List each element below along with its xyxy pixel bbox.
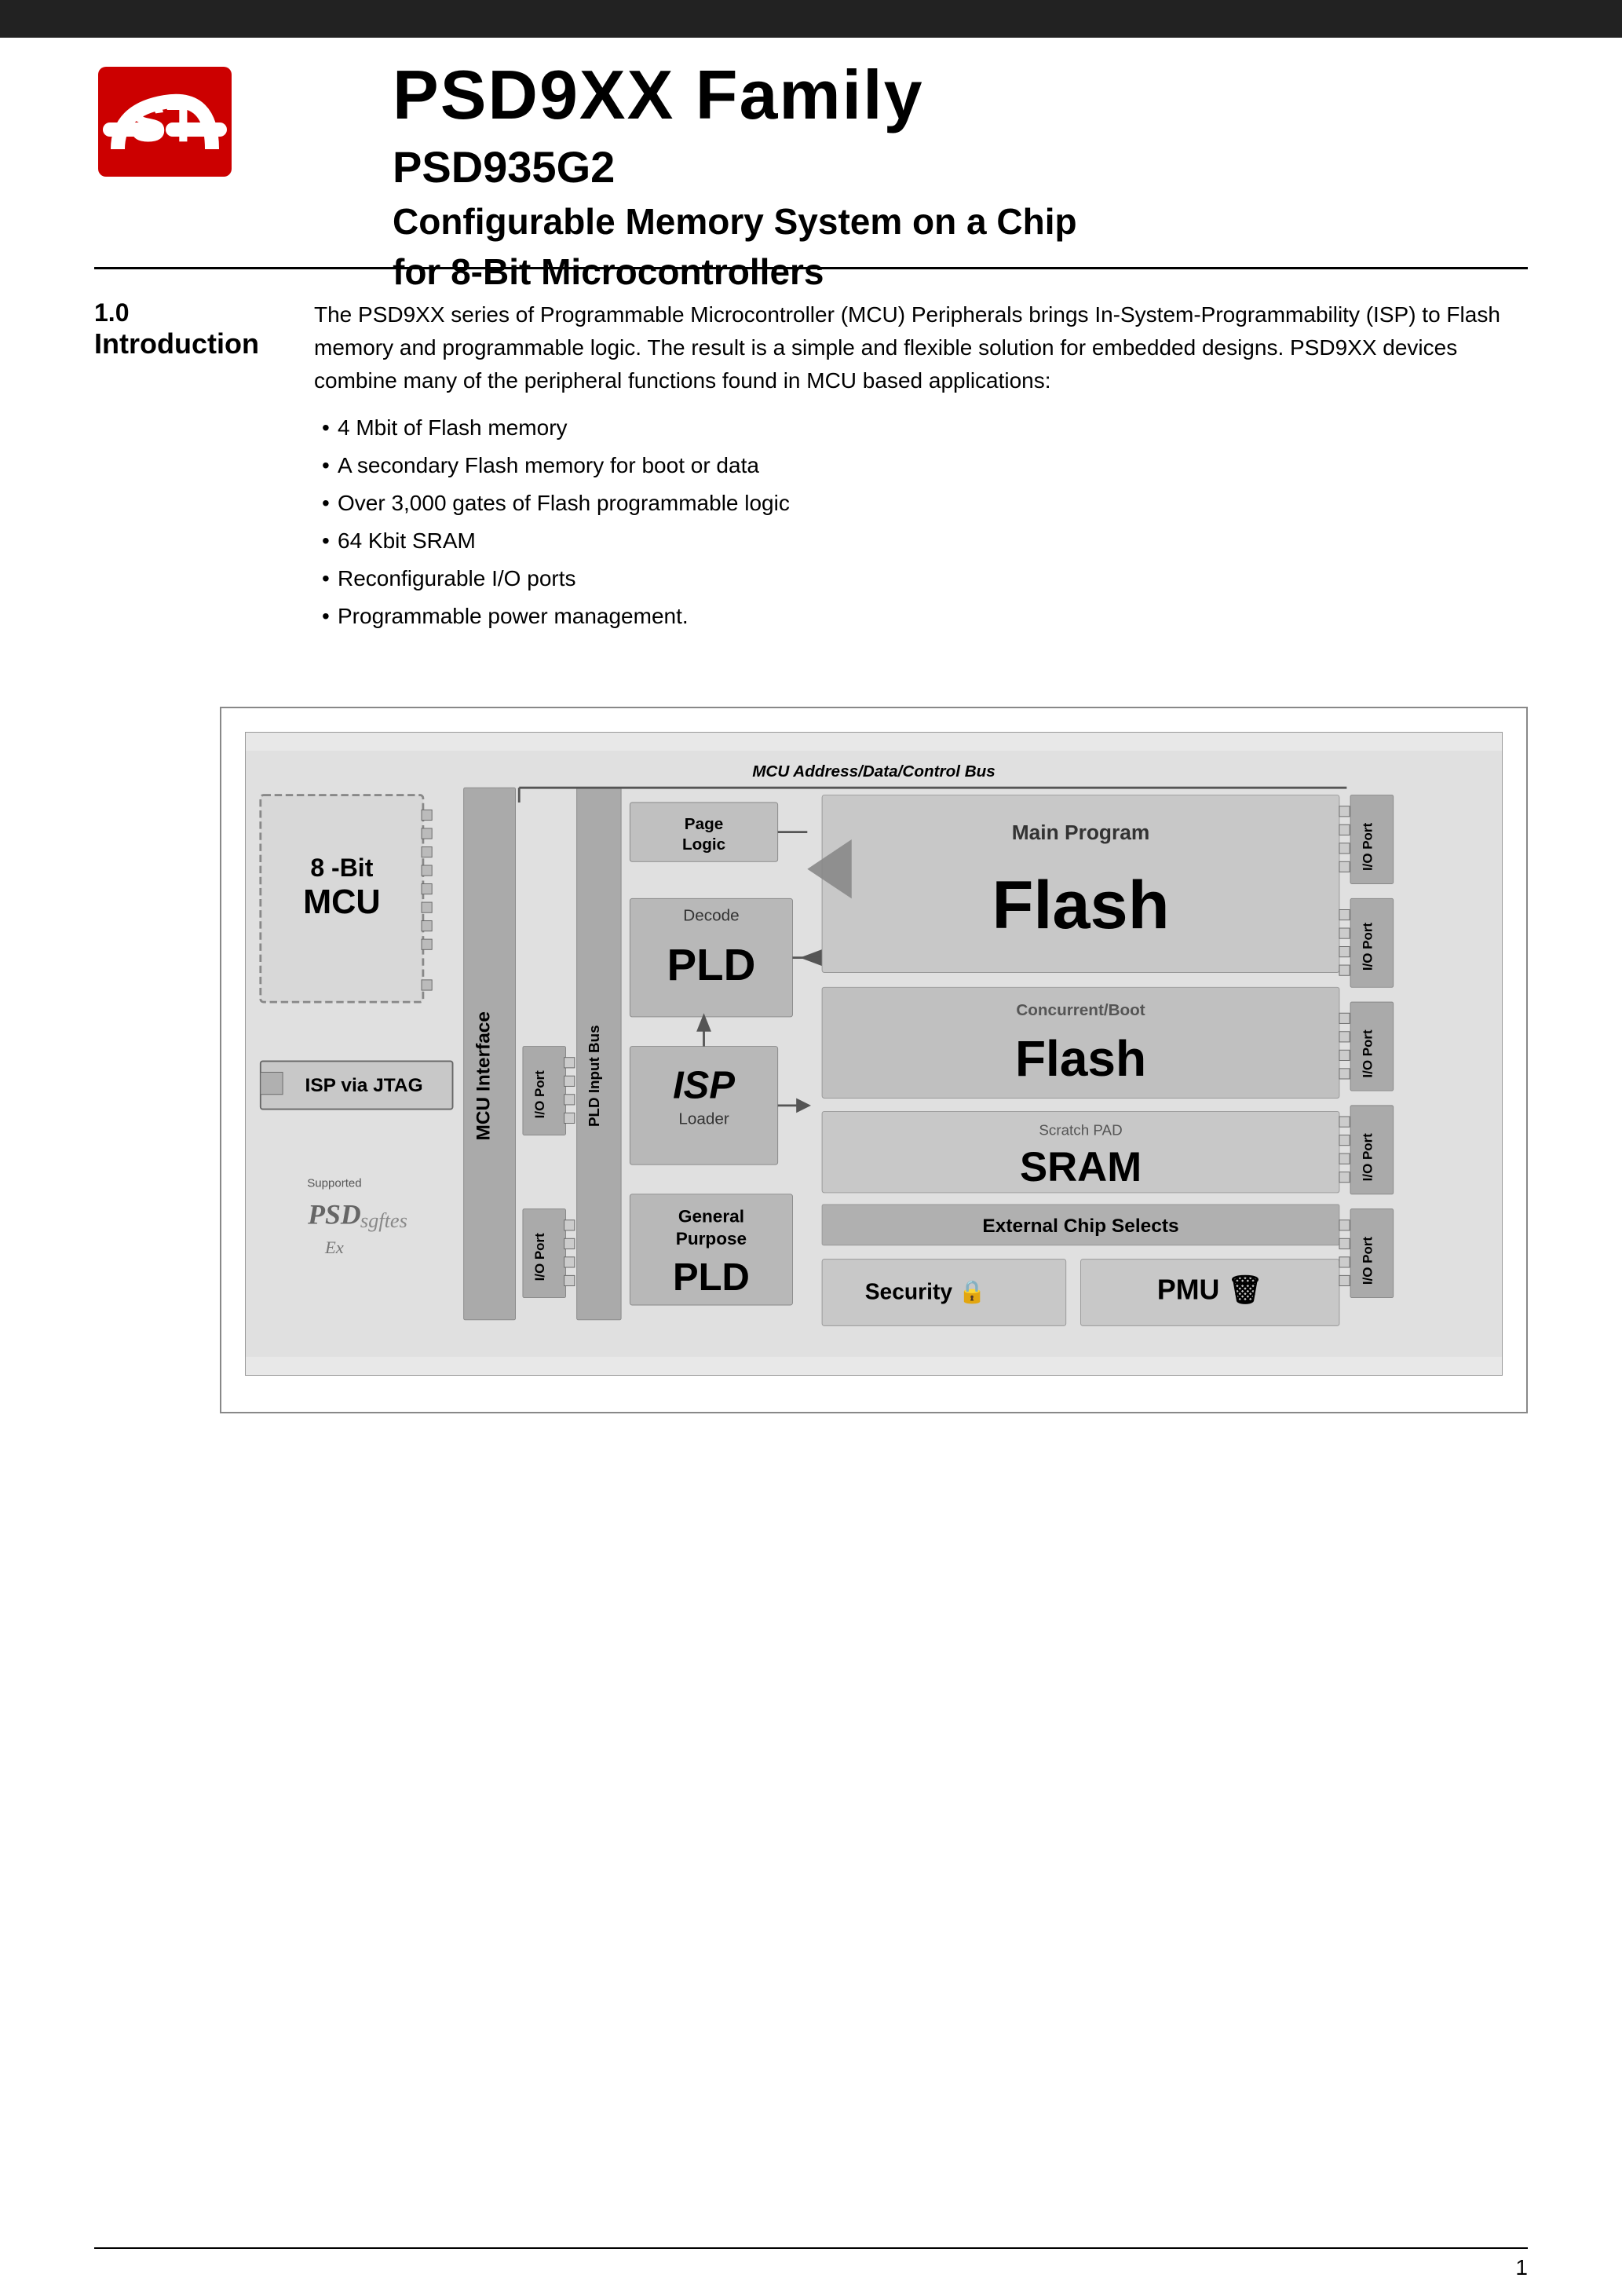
bottom-divider [94,2247,1528,2249]
section-name: Introduction [94,327,314,360]
bullet-4: 64 Kbit SRAM [314,525,1528,558]
svg-text:MCU Address/Data/Control Bus: MCU Address/Data/Control Bus [752,762,995,781]
svg-text:Logic: Logic [682,835,725,854]
svg-text:PSD: PSD [307,1198,361,1230]
svg-text:Loader: Loader [678,1110,729,1128]
svg-text:I/O Port: I/O Port [1360,1133,1375,1182]
sub-title: PSD935G2 [393,141,1077,192]
page-number: 1 [1515,2255,1528,2280]
bullet-5: Reconfigurable I/O ports [314,562,1528,595]
header-bar [0,0,1622,38]
bullet-3: Over 3,000 gates of Flash programmable l… [314,487,1528,520]
intro-content: The PSD9XX series of Programmable Microc… [314,298,1528,633]
section-number: 1.0 [94,298,314,327]
intro-label: 1.0 Introduction [94,298,314,633]
svg-text:Scratch PAD: Scratch PAD [1039,1122,1122,1139]
svg-text:Flash: Flash [1015,1030,1146,1087]
svg-text:PLD: PLD [673,1256,750,1299]
svg-text:I/O Port: I/O Port [1360,1029,1375,1078]
desc-title-line1: Configurable Memory System on a Chip [393,200,1077,243]
svg-text:I/O Port: I/O Port [532,1070,547,1119]
title-area: PSD9XX Family PSD935G2 Configurable Memo… [393,55,1077,293]
svg-text:8 -Bit: 8 -Bit [310,854,373,882]
svg-text:Supported: Supported [307,1176,361,1190]
svg-text:ISP: ISP [673,1064,735,1106]
svg-text:Concurrent/Boot: Concurrent/Boot [1016,1001,1145,1019]
diagram-container: MCU Address/Data/Control Bus 8 -Bit MCU … [220,707,1528,1413]
top-divider [94,267,1528,269]
bullet-1: 4 Mbit of Flash memory [314,411,1528,444]
desc-title-line2: for 8-Bit Microcontrollers [393,250,1077,293]
svg-text:I/O Port: I/O Port [532,1233,547,1281]
main-title: PSD9XX Family [393,55,1077,135]
svg-text:Flash: Flash [992,868,1169,943]
svg-text:Decode: Decode [683,907,739,925]
svg-text:PLD Input Bus: PLD Input Bus [586,1025,602,1127]
svg-text:Ex: Ex [324,1238,344,1257]
bullet-6: Programmable power management. [314,600,1528,633]
svg-text:PLD: PLD [667,940,755,989]
company-logo: ST [94,63,251,188]
svg-text:ISP via JTAG: ISP via JTAG [305,1075,423,1096]
svg-text:MCU: MCU [303,883,381,921]
intro-section: 1.0 Introduction The PSD9XX series of Pr… [94,298,1528,633]
svg-text:PMU 🗑: PMU 🗑 [1157,1274,1263,1305]
svg-text:Purpose: Purpose [676,1229,747,1249]
block-diagram-svg: MCU Address/Data/Control Bus 8 -Bit MCU … [245,732,1503,1376]
svg-text:External Chip Selects: External Chip Selects [982,1216,1178,1237]
svg-text:ST: ST [130,92,199,153]
svg-text:Page: Page [685,815,723,833]
svg-text:Security 🔒: Security 🔒 [865,1278,986,1304]
svg-text:Main Program: Main Program [1012,821,1150,844]
svg-text:SRAM: SRAM [1020,1144,1142,1190]
svg-text:I/O Port: I/O Port [1360,823,1375,872]
svg-text:I/O Port: I/O Port [1360,1237,1375,1285]
svg-text:I/O Port: I/O Port [1360,923,1375,971]
svg-text:General: General [678,1207,744,1227]
svg-text:sgftes: sgftes [360,1209,407,1232]
intro-bullets: 4 Mbit of Flash memory A secondary Flash… [314,411,1528,633]
intro-paragraph: The PSD9XX series of Programmable Microc… [314,298,1528,397]
svg-text:MCU Interface: MCU Interface [473,1011,495,1141]
bullet-2: A secondary Flash memory for boot or dat… [314,449,1528,482]
